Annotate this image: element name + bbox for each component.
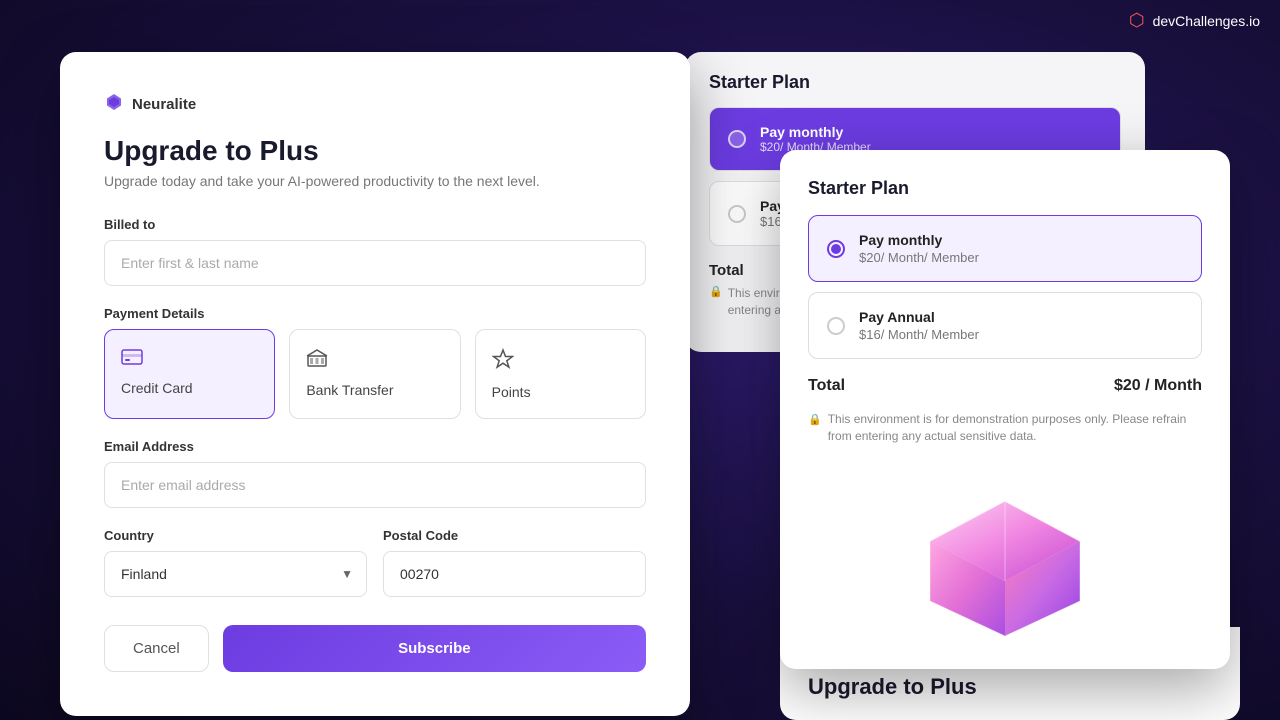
topbar-brand: devChallenges.io [1153,13,1260,29]
overlay-radio-annual [827,317,845,335]
brand-icon [104,92,124,117]
bank-transfer-label: Bank Transfer [306,382,393,398]
topbar: ⬡ devChallenges.io [1109,0,1280,41]
postal-field: Postal Code [383,528,646,597]
overlay-total-section: Total $20 / Month [808,377,1202,405]
overlay-lock-note: This environment is for demonstration pu… [828,411,1202,445]
behind-total-label: Total [709,262,744,279]
page-title: Upgrade to Plus [104,135,646,167]
overlay-annual-option[interactable]: Pay Annual $16/ Month/ Member [808,292,1202,359]
page-subtitle: Upgrade today and take your AI-powered p… [104,173,646,189]
overlay-radio-monthly [827,240,845,258]
points-icon [492,348,514,376]
country-label: Country [104,528,367,543]
payment-details-label: Payment Details [104,306,646,321]
country-select-wrapper: Finland Sweden Norway Denmark Germany ▼ [104,551,367,597]
overlay-annual-name: Pay Annual [859,309,979,325]
overlay-plan-title: Starter Plan [808,178,1202,199]
lock-icon: 🔒 [808,413,822,426]
overlay-total-note: 🔒 This environment is for demonstration … [808,411,1202,445]
overlay-monthly-option[interactable]: Pay monthly $20/ Month/ Member [808,215,1202,282]
bank-icon [306,348,328,374]
topbar-logo-icon: ⬡ [1129,10,1145,31]
billed-to-label: Billed to [104,217,646,232]
country-field: Country Finland Sweden Norway Denmark Ge… [104,528,367,597]
brand-header: Neuralite [104,92,646,117]
behind-plan-title: Starter Plan [709,72,1121,93]
credit-card-icon [121,348,143,372]
behind-radio-annual [728,205,746,223]
behind-radio-monthly [728,130,746,148]
brand-name: Neuralite [132,96,196,113]
footer-upgrade-title: Upgrade to Plus [808,674,1212,700]
name-input[interactable] [104,240,646,286]
points-label: Points [492,384,531,400]
postal-input[interactable] [383,551,646,597]
overlay-monthly-name: Pay monthly [859,232,979,248]
postal-label: Postal Code [383,528,646,543]
email-label: Email Address [104,439,646,454]
behind-plan-monthly-name: Pay monthly [760,124,871,140]
main-form-card: Neuralite Upgrade to Plus Upgrade today … [60,52,690,716]
overlay-annual-price: $16/ Month/ Member [859,327,979,342]
payment-methods: Credit Card Bank Transfer Points [104,329,646,419]
cancel-button[interactable]: Cancel [104,625,209,672]
overlay-total-label: Total [808,377,845,395]
form-actions: Cancel Subscribe [104,625,646,672]
points-button[interactable]: Points [475,329,646,419]
overlay-plan-card: Starter Plan Pay monthly $20/ Month/ Mem… [780,150,1230,669]
cube-svg [895,461,1115,641]
overlay-monthly-price: $20/ Month/ Member [859,250,979,265]
country-select[interactable]: Finland Sweden Norway Denmark Germany [104,551,367,597]
email-input[interactable] [104,462,646,508]
credit-card-button[interactable]: Credit Card [104,329,275,419]
address-fields: Country Finland Sweden Norway Denmark Ge… [104,528,646,597]
bank-transfer-button[interactable]: Bank Transfer [289,329,460,419]
credit-card-label: Credit Card [121,380,193,396]
overlay-total-amount: $20 / Month [1114,377,1202,395]
behind-lock-icon: 🔒 [709,285,723,298]
subscribe-button[interactable]: Subscribe [223,625,646,672]
cube-decoration [808,461,1202,641]
